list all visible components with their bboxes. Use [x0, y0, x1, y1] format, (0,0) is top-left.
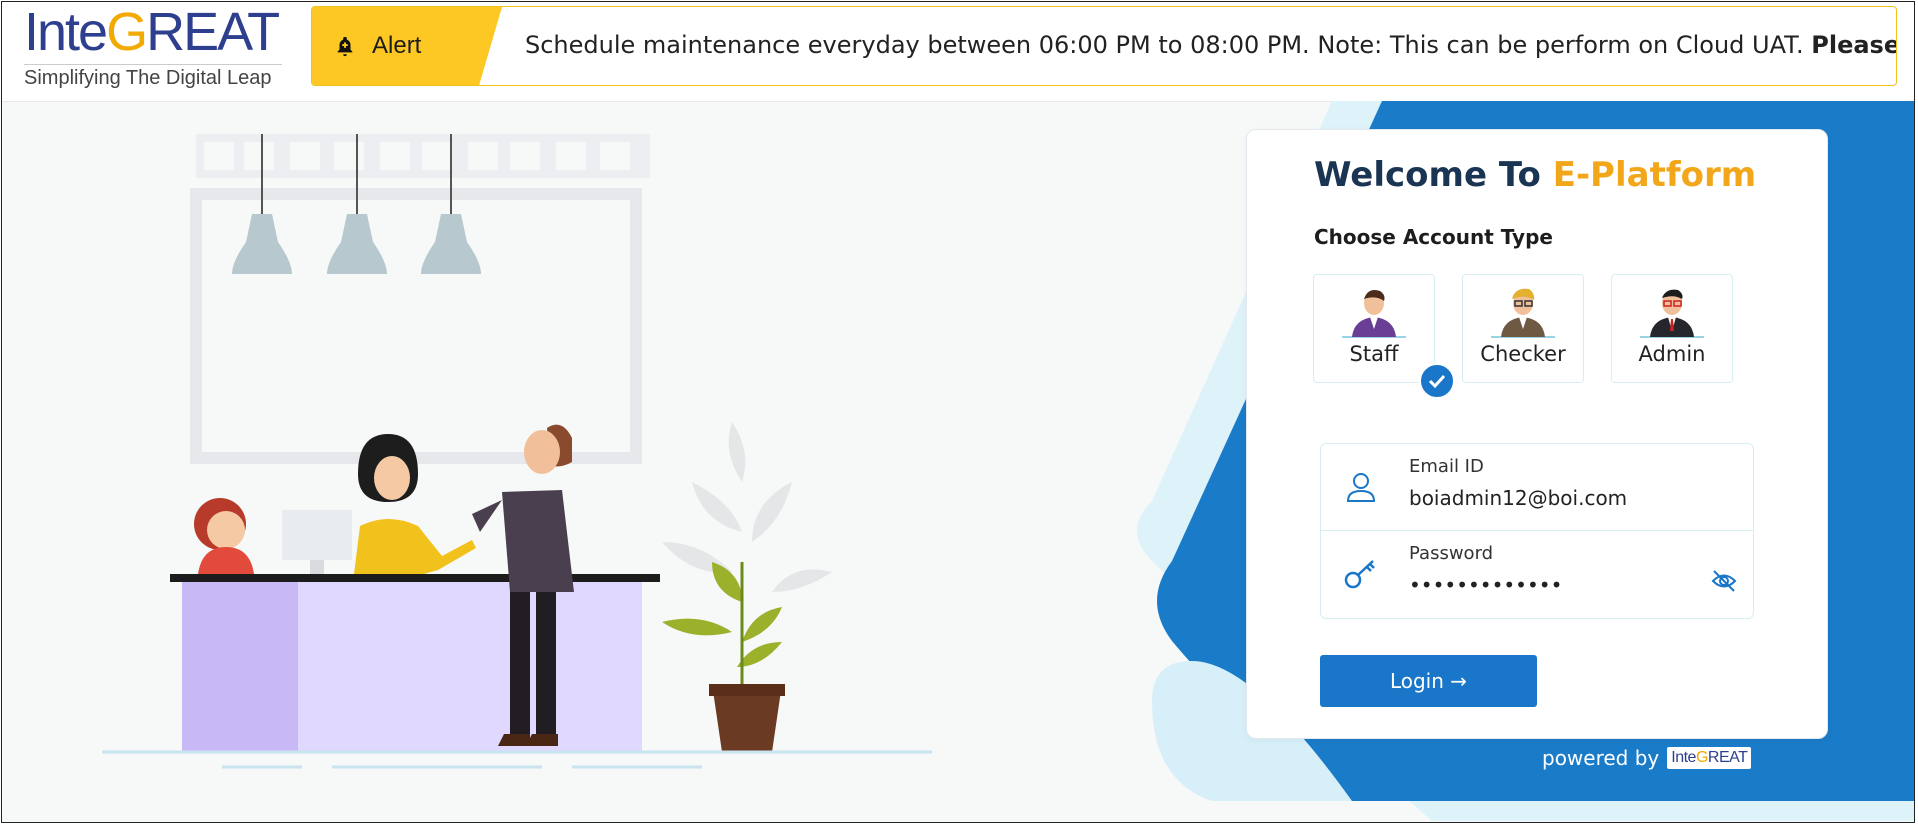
account-type-staff[interactable]: Staff [1313, 274, 1435, 383]
checker-avatar-icon [1491, 288, 1555, 338]
powered-by-text: powered by [1542, 746, 1660, 770]
email-input[interactable] [1409, 486, 1699, 510]
integreat-logo[interactable]: InteGREAT Simplifying The Digital Leap [24, 4, 284, 90]
login-button[interactable]: Login → [1320, 655, 1537, 707]
alert-message: Schedule maintenance everyday between 06… [525, 31, 1897, 59]
account-type-checker[interactable]: Checker [1462, 274, 1584, 383]
email-row: Email ID [1321, 444, 1753, 531]
logo-tagline: Simplifying The Digital Leap [24, 64, 282, 90]
account-type-label: Checker [1480, 342, 1566, 366]
credentials-box: Email ID Password [1320, 443, 1754, 619]
key-icon [1344, 560, 1375, 589]
bell-icon [337, 36, 353, 57]
email-label: Email ID [1409, 456, 1484, 477]
admin-avatar-icon [1640, 289, 1704, 338]
powered-by: powered by InteGREAT [1542, 746, 1752, 770]
selected-check-icon [1419, 363, 1455, 399]
staff-avatar-icon [1342, 290, 1406, 338]
login-card: Welcome To E-Platform Choose Account Typ… [1246, 129, 1828, 739]
account-type-label: Admin [1638, 342, 1706, 366]
powered-by-logo: InteGREAT [1667, 747, 1752, 769]
password-label: Password [1409, 543, 1494, 564]
page-frame: InteGREAT Simplifying The Digital Leap A… [1, 1, 1915, 823]
account-type-admin[interactable]: Admin [1611, 274, 1733, 383]
account-type-label: Staff [1349, 342, 1399, 366]
password-input[interactable] [1409, 573, 1699, 597]
password-row: Password [1321, 531, 1753, 617]
alert-label: Alert [372, 32, 422, 59]
user-icon [1346, 473, 1376, 502]
welcome-heading: Welcome To E-Platform [1314, 155, 1757, 195]
reception-illustration [102, 134, 932, 769]
logo-wordmark: InteGREAT [24, 2, 280, 62]
alert-banner: Alert Schedule maintenance everyday betw… [311, 6, 1897, 86]
header: InteGREAT Simplifying The Digital Leap A… [2, 2, 1914, 102]
choose-account-label: Choose Account Type [1314, 225, 1553, 249]
eye-off-icon[interactable] [1711, 568, 1737, 594]
alert-tag: Alert [312, 7, 502, 85]
